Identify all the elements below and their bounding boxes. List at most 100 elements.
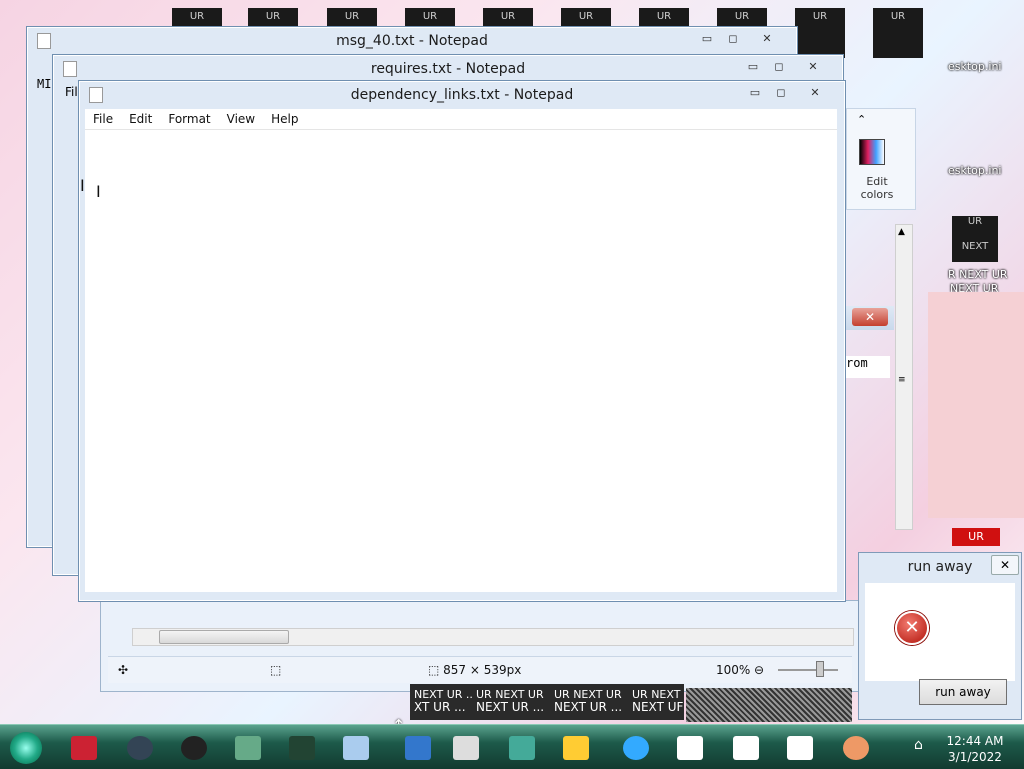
desktop-tile-red[interactable]: UR (952, 528, 1000, 546)
picture-icon (509, 736, 535, 760)
scrollbar-thumb[interactable] (159, 630, 289, 644)
notepad-icon (677, 736, 703, 760)
minimize-button[interactable]: ▭ (695, 31, 719, 47)
text-editor[interactable] (85, 129, 837, 592)
paint-titlebar-fragment: ✕ (846, 306, 894, 330)
run-away-dialog[interactable]: run away ✕ ✕ run away (858, 552, 1022, 720)
preview-label[interactable]: XT UR ... (410, 698, 470, 716)
noise-thumbnail (686, 688, 852, 722)
chess-icon (289, 736, 315, 760)
canvas-size-text: 857 × 539px (443, 663, 522, 677)
menu-edit[interactable]: Edit (121, 109, 160, 129)
close-button[interactable]: ✕ (795, 85, 835, 101)
taskbar-app[interactable] (724, 731, 768, 765)
mouse-ibeam-icon: I (96, 182, 101, 201)
menu-help[interactable]: Help (263, 109, 306, 129)
taskbar-app[interactable] (444, 731, 488, 765)
taskbar-app[interactable] (118, 731, 162, 765)
move-icon: ✣ (118, 663, 129, 677)
desktop-pink-block (928, 292, 1024, 518)
preview-label[interactable]: NEXT UF (628, 698, 687, 716)
windows-orb-icon (10, 732, 42, 764)
run-away-button[interactable]: run away (919, 679, 1007, 705)
desktop-tile[interactable]: UR (873, 8, 923, 58)
window-title: requires.txt - Notepad (370, 61, 526, 77)
zoom-slider-thumb[interactable] (816, 661, 824, 677)
ribbon-edit-colors[interactable]: ⌃ Edit colors (846, 108, 916, 210)
network-icon[interactable]: ⌂ (914, 737, 923, 753)
zoom-level: 100% (716, 663, 751, 677)
desktop-tile[interactable]: UR (795, 8, 845, 58)
task-list-icon (563, 736, 589, 760)
taskbar-app[interactable] (396, 731, 440, 765)
vertical-scrollbar[interactable]: ▲ ≡ (895, 224, 913, 530)
desktop-icon-label: esktop.ini (948, 164, 1002, 177)
text-fragment: MI (37, 77, 52, 91)
taskbar-app[interactable] (554, 731, 598, 765)
menu-view[interactable]: View (219, 109, 263, 129)
notepad-icon (787, 736, 813, 760)
taskbar-app[interactable] (500, 731, 544, 765)
preview-label[interactable]: NEXT UR ... (472, 698, 548, 716)
notepad-icon (733, 736, 759, 760)
menu-fragment: Fil (65, 85, 78, 99)
clock-date: 3/1/2022 (948, 750, 1002, 764)
horizontal-scrollbar[interactable] (132, 628, 854, 646)
toolbox-icon (71, 736, 97, 760)
palette-icon (843, 736, 869, 760)
notepad-window-dependency-links[interactable]: dependency_links.txt - Notepad ▭ ◻ ✕ Fil… (78, 80, 846, 602)
ribbon-up-icon[interactable]: ⌃ (857, 113, 866, 126)
close-button[interactable]: ✕ (747, 31, 787, 47)
maximize-button[interactable]: ◻ (769, 85, 793, 101)
minimize-button[interactable]: ▭ (743, 85, 767, 101)
scroll-grip-icon: ≡ (898, 375, 906, 385)
paint-icon (343, 736, 369, 760)
taskbar: ⌂ 12:44 AM 3/1/2022 (0, 724, 1024, 769)
menu-format[interactable]: Format (160, 109, 218, 129)
taskbar-app[interactable] (614, 731, 658, 765)
edit-colors-icon (859, 139, 885, 165)
file-icon (453, 736, 479, 760)
menu-bar: File Edit Format View Help (85, 109, 837, 129)
wordpad-icon (405, 736, 431, 760)
canvas-size-icon: ⬚ (428, 663, 444, 677)
menu-file[interactable]: File (85, 109, 121, 129)
taskbar-app[interactable] (62, 731, 106, 765)
taskbar-app[interactable] (280, 731, 324, 765)
window-title: dependency_links.txt - Notepad (350, 87, 574, 103)
dialog-close-button[interactable]: ✕ (991, 555, 1019, 575)
desktop-tile-right[interactable]: UR NEXT (952, 216, 998, 262)
taskbar-app[interactable] (778, 731, 822, 765)
maximize-button[interactable]: ◻ (721, 31, 745, 47)
scroll-up-arrow[interactable]: ▲ (898, 227, 905, 237)
desktop-icon-label: R NEXT UR (948, 268, 1008, 281)
media-player-icon (127, 736, 153, 760)
start-button[interactable] (4, 731, 48, 765)
photo-viewer-icon (235, 736, 261, 760)
zoom-out-button[interactable]: ⊖ (754, 663, 764, 677)
clock[interactable]: 12:44 AM 3/1/2022 (940, 733, 1010, 765)
desktop-icon-label: esktop.ini (948, 60, 1002, 73)
dialog-body: ✕ (865, 583, 1015, 681)
zoom-slider[interactable] (778, 669, 838, 671)
window-title: msg_40.txt - Notepad (336, 33, 488, 49)
status-bar: ✣ ⬚ ⬚ 857 × 539px 100% ⊖ (108, 656, 852, 683)
preview-label[interactable]: NEXT UR ... (550, 698, 626, 716)
error-icon: ✕ (895, 611, 929, 645)
minimize-button[interactable]: ▭ (741, 59, 765, 75)
image-size-readout: ⬚ 857 × 539px (428, 663, 521, 677)
taskbar-app[interactable] (226, 731, 270, 765)
clock-time: 12:44 AM (946, 734, 1004, 748)
text-cursor-icon: I (80, 176, 85, 195)
tile-label-bottom: NEXT (961, 241, 989, 252)
text-fragment: rom (846, 356, 890, 378)
close-button[interactable]: ✕ (852, 308, 888, 326)
close-button[interactable]: ✕ (793, 59, 833, 75)
taskbar-app[interactable] (668, 731, 712, 765)
taskbar-app[interactable] (834, 731, 878, 765)
taskbar-app[interactable] (172, 731, 216, 765)
tile-label-top: UR (967, 216, 983, 227)
taskbar-app[interactable] (334, 731, 378, 765)
edit-colors-label: Edit colors (860, 175, 894, 201)
maximize-button[interactable]: ◻ (767, 59, 791, 75)
